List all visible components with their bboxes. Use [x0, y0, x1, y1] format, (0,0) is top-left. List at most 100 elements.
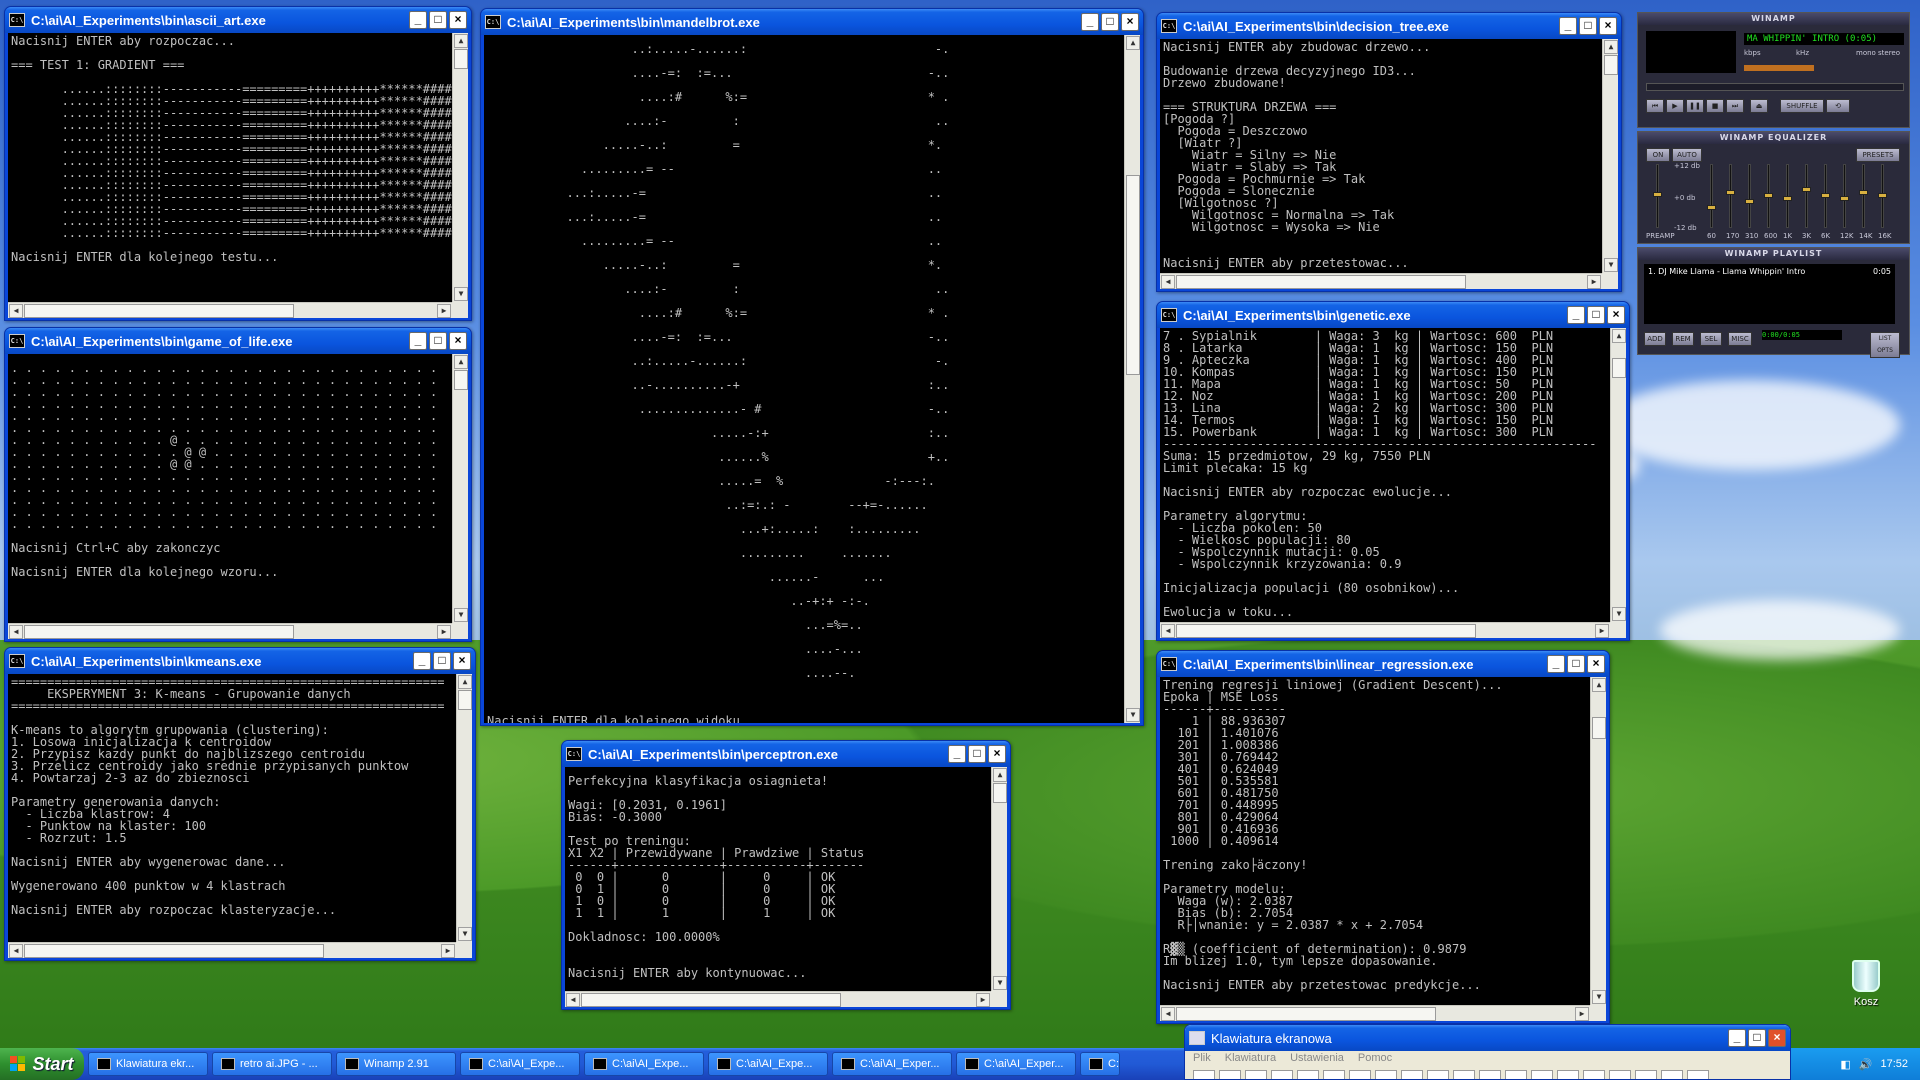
- eq-band-knob[interactable]: [1878, 193, 1887, 198]
- playlist-misc-button[interactable]: MISC: [1728, 332, 1752, 346]
- scroll-thumb[interactable]: [454, 370, 468, 390]
- minimize-button[interactable]: _: [1567, 306, 1585, 324]
- horizontal-scrollbar[interactable]: ◀ ▶: [1160, 622, 1610, 638]
- eq-band-knob[interactable]: [1764, 193, 1773, 198]
- close-button[interactable]: ×: [988, 745, 1006, 763]
- scroll-left-icon[interactable]: ◀: [1161, 1007, 1175, 1021]
- keyboard-key[interactable]: [1271, 1070, 1293, 1079]
- eq-band-slider[interactable]: [1805, 164, 1808, 228]
- maximize-button[interactable]: □: [1567, 655, 1585, 673]
- scroll-down-icon[interactable]: ▼: [454, 608, 468, 622]
- network-icon[interactable]: ◧: [1840, 1058, 1850, 1071]
- keyboard-key[interactable]: [1609, 1070, 1631, 1079]
- taskbar-task[interactable]: C:\ai\AI_Expe...: [584, 1052, 704, 1076]
- console-output[interactable]: Trening regresji liniowej (Gradient Desc…: [1160, 677, 1606, 1021]
- scroll-down-icon[interactable]: ▼: [1612, 607, 1626, 621]
- playlist-item[interactable]: 1. DJ Mike Llama - Llama Whippin' Intro …: [1644, 264, 1895, 279]
- eq-band-knob[interactable]: [1859, 190, 1868, 196]
- keyboard-key[interactable]: [1505, 1070, 1527, 1079]
- recycle-bin[interactable]: Kosz: [1836, 960, 1896, 1008]
- window-game-of-life[interactable]: C:\ C:\ai\AI_Experiments\bin\game_of_lif…: [4, 327, 472, 642]
- scroll-left-icon[interactable]: ◀: [9, 944, 23, 958]
- taskbar-task[interactable]: C:\ai\AI_Expe...: [708, 1052, 828, 1076]
- scroll-thumb[interactable]: [1176, 624, 1476, 638]
- close-button[interactable]: ×: [449, 11, 467, 29]
- scroll-left-icon[interactable]: ◀: [9, 304, 23, 318]
- close-button[interactable]: ×: [1768, 1029, 1786, 1047]
- window-titlebar[interactable]: C:\ C:\ai\AI_Experiments\bin\game_of_lif…: [5, 328, 471, 354]
- clock[interactable]: 17:52: [1880, 1058, 1908, 1070]
- close-button[interactable]: ×: [1599, 17, 1617, 35]
- seek-bar[interactable]: [1646, 83, 1904, 91]
- taskbar-task[interactable]: C:\ai\AI_Exper...: [956, 1052, 1076, 1076]
- maximize-button[interactable]: □: [429, 11, 447, 29]
- scroll-thumb[interactable]: [1604, 55, 1618, 75]
- scroll-thumb[interactable]: [454, 49, 468, 69]
- scroll-up-icon[interactable]: ▲: [454, 355, 468, 369]
- menu-pomoc[interactable]: Pomoc: [1358, 1052, 1392, 1066]
- keyboard-key[interactable]: [1375, 1070, 1397, 1079]
- close-button[interactable]: ×: [449, 332, 467, 350]
- resize-grip[interactable]: [452, 302, 468, 318]
- scroll-thumb[interactable]: [1176, 275, 1466, 289]
- keyboard-key[interactable]: [1219, 1070, 1241, 1079]
- minimize-button[interactable]: _: [409, 11, 427, 29]
- scroll-up-icon[interactable]: ▲: [454, 34, 468, 48]
- console-output[interactable]: ..:.....-......: -. ....-=: :=... -.. ..…: [484, 35, 1140, 723]
- minimize-button[interactable]: _: [409, 332, 427, 350]
- keyboard-key[interactable]: [1297, 1070, 1319, 1079]
- scroll-up-icon[interactable]: ▲: [1604, 40, 1618, 54]
- keyboard-key[interactable]: [1531, 1070, 1553, 1079]
- horizontal-scrollbar[interactable]: ◀ ▶: [1160, 273, 1602, 289]
- winamp-equalizer[interactable]: WINAMP EQUALIZER ON AUTO PRESETS +12 db …: [1637, 131, 1910, 244]
- play-button[interactable]: ▶: [1666, 99, 1684, 113]
- preamp-knob[interactable]: [1653, 192, 1662, 197]
- scroll-left-icon[interactable]: ◀: [1161, 275, 1175, 289]
- shuffle-button[interactable]: SHUFFLE: [1780, 99, 1824, 113]
- playlist-list-button[interactable]: LIST OPTS: [1870, 332, 1900, 358]
- window-genetic[interactable]: C:\ C:\ai\AI_Experiments\bin\genetic.exe…: [1156, 301, 1630, 641]
- maximize-button[interactable]: □: [1587, 306, 1605, 324]
- scroll-left-icon[interactable]: ◀: [9, 625, 23, 639]
- winamp-title[interactable]: WINAMP: [1638, 13, 1909, 25]
- window-titlebar[interactable]: C:\ C:\ai\AI_Experiments\bin\linear_regr…: [1157, 651, 1609, 677]
- scroll-up-icon[interactable]: ▲: [1592, 678, 1606, 692]
- maximize-button[interactable]: □: [1748, 1029, 1766, 1047]
- scroll-right-icon[interactable]: ▶: [1587, 275, 1601, 289]
- maximize-button[interactable]: □: [429, 332, 447, 350]
- window-decision-tree[interactable]: C:\ C:\ai\AI_Experiments\bin\decision_tr…: [1156, 12, 1622, 292]
- eq-band-slider[interactable]: [1748, 164, 1751, 228]
- eq-band-slider[interactable]: [1862, 164, 1865, 228]
- eq-band-knob[interactable]: [1783, 195, 1792, 201]
- scroll-down-icon[interactable]: ▼: [454, 287, 468, 301]
- maximize-button[interactable]: □: [433, 652, 451, 670]
- equalizer-title[interactable]: WINAMP EQUALIZER: [1638, 132, 1909, 144]
- window-titlebar[interactable]: C:\ C:\ai\AI_Experiments\bin\decision_tr…: [1157, 13, 1621, 39]
- window-on-screen-keyboard[interactable]: Klawiatura ekranowa _ □ × Plik Klawiatur…: [1184, 1024, 1791, 1080]
- keyboard-key[interactable]: [1427, 1070, 1449, 1079]
- window-perceptron[interactable]: C:\ C:\ai\AI_Experiments\bin\perceptron.…: [561, 740, 1011, 1010]
- volume-icon[interactable]: 🔊: [1859, 1058, 1873, 1071]
- eq-band-knob[interactable]: [1707, 204, 1716, 210]
- menu-plik[interactable]: Plik: [1193, 1052, 1211, 1066]
- scroll-up-icon[interactable]: ▲: [1126, 36, 1140, 50]
- console-output[interactable]: . . . . . . . . . . . . . . . . . . . . …: [8, 354, 468, 639]
- eject-button[interactable]: ⏏: [1750, 99, 1768, 113]
- scroll-down-icon[interactable]: ▼: [993, 976, 1007, 990]
- close-button[interactable]: ×: [1121, 13, 1139, 31]
- scroll-right-icon[interactable]: ▶: [441, 944, 455, 958]
- scroll-down-icon[interactable]: ▼: [458, 927, 472, 941]
- playlist-title[interactable]: WINAMP PLAYLIST: [1638, 248, 1909, 260]
- vertical-scrollbar[interactable]: ▲ ▼: [1602, 39, 1618, 273]
- scroll-thumb[interactable]: [581, 993, 841, 1007]
- window-titlebar[interactable]: C:\ C:\ai\AI_Experiments\bin\ascii_art.e…: [5, 7, 471, 33]
- resize-grip[interactable]: [456, 942, 472, 958]
- keyboard-key[interactable]: [1583, 1070, 1605, 1079]
- eq-band-knob[interactable]: [1745, 198, 1754, 204]
- scroll-up-icon[interactable]: ▲: [993, 768, 1007, 782]
- scroll-thumb[interactable]: [24, 625, 294, 639]
- keyboard-key[interactable]: [1479, 1070, 1501, 1079]
- vertical-scrollbar[interactable]: ▲ ▼: [1124, 35, 1140, 723]
- scroll-thumb[interactable]: [1126, 175, 1140, 375]
- scroll-thumb[interactable]: [24, 304, 294, 318]
